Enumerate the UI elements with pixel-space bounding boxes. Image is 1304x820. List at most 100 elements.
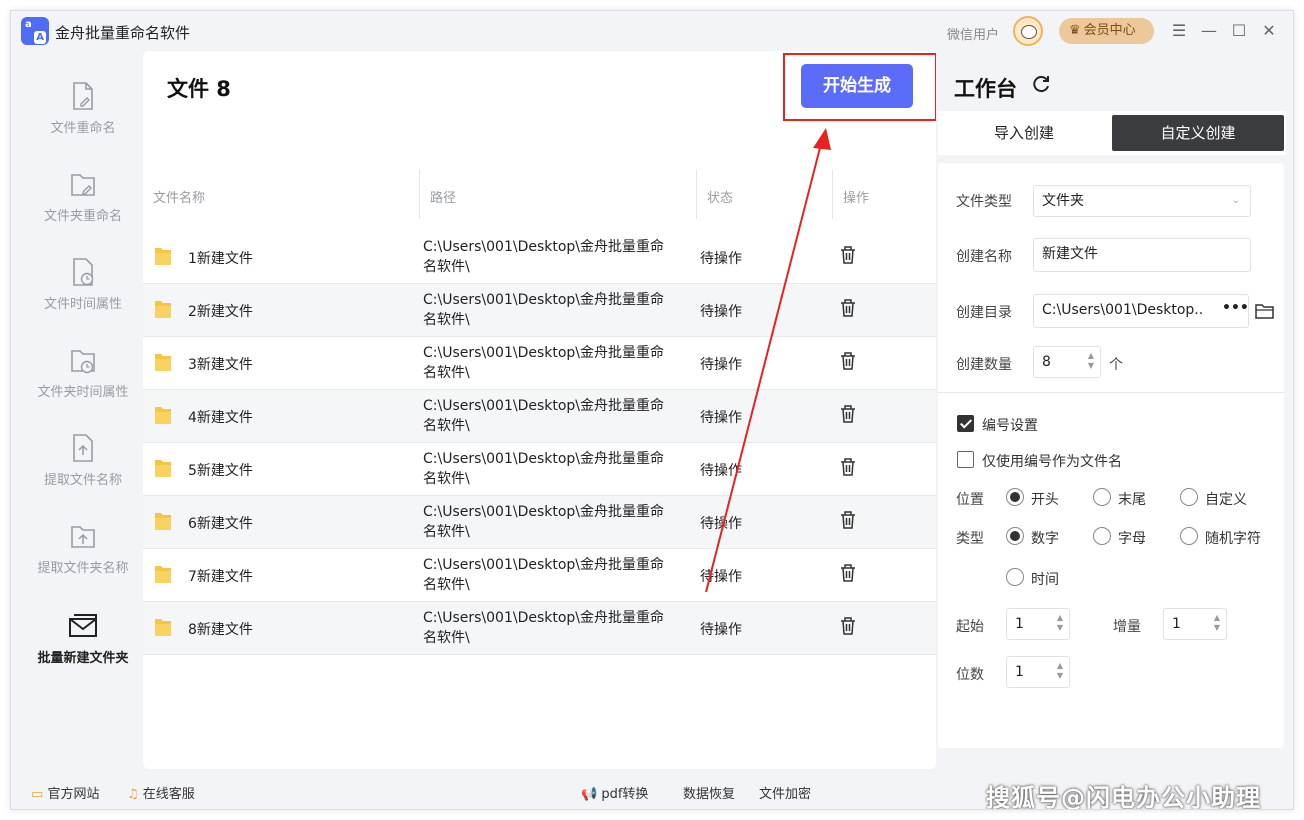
file-status: 待操作 bbox=[700, 304, 742, 320]
column-header-name: 文件名称 bbox=[153, 191, 206, 206]
type-option-label: 数字 bbox=[1031, 531, 1059, 547]
folder-clock-icon bbox=[71, 350, 95, 374]
crown-icon: ♛ bbox=[1069, 23, 1081, 38]
position-radio-custom[interactable] bbox=[1180, 488, 1198, 506]
trash-icon[interactable] bbox=[839, 351, 857, 371]
folder-icon bbox=[155, 566, 171, 583]
sidebar-item-batch-new-folder[interactable]: 批量新建文件夹 bbox=[23, 611, 143, 691]
menu-icon[interactable]: ☰ bbox=[1169, 21, 1189, 41]
user-name[interactable]: 微信用户 bbox=[947, 24, 999, 43]
sidebar-item-label: 文件重命名 bbox=[50, 121, 116, 136]
file-type-value: 文件夹 bbox=[1042, 193, 1084, 209]
type-radio-letter[interactable] bbox=[1093, 527, 1111, 545]
folder-edit-icon bbox=[71, 174, 95, 196]
only-number-label: 仅使用编号作为文件名 bbox=[982, 454, 1122, 470]
close-icon[interactable]: ✕ bbox=[1259, 21, 1279, 41]
megaphone-icon: 📢 bbox=[581, 787, 598, 802]
trash-icon[interactable] bbox=[839, 298, 857, 318]
position-radio-start[interactable] bbox=[1006, 488, 1024, 506]
more-icon[interactable]: ••• bbox=[1222, 300, 1249, 316]
create-dir-input[interactable]: C:\Users\001\Desktop.. bbox=[1033, 294, 1249, 328]
position-option-label: 自定义 bbox=[1205, 492, 1247, 508]
type-radio-random[interactable] bbox=[1180, 527, 1198, 545]
increment-label: 增量 bbox=[1113, 619, 1141, 635]
file-type-select[interactable]: 文件夹 ⌄ bbox=[1033, 185, 1251, 217]
sidebar-item-extract-folder-names[interactable]: 提取文件夹名称 bbox=[23, 521, 143, 601]
trash-icon[interactable] bbox=[839, 616, 857, 636]
file-path: C:\Users\001\Desktop\金舟批量重命名软件\ bbox=[423, 239, 665, 275]
file-path: C:\Users\001\Desktop\金舟批量重命名软件\ bbox=[423, 610, 665, 646]
folder-icon bbox=[155, 513, 171, 530]
trash-icon[interactable] bbox=[839, 457, 857, 477]
file-name: 6新建文件 bbox=[188, 516, 253, 532]
minimize-icon[interactable]: — bbox=[1199, 21, 1219, 41]
table-row[interactable]: 6新建文件 C:\Users\001\Desktop\金舟批量重命名软件\ 待操作 bbox=[143, 496, 936, 549]
folder-open-icon[interactable] bbox=[1255, 302, 1275, 320]
table-row[interactable]: 7新建文件 C:\Users\001\Desktop\金舟批量重命名软件\ 待操作 bbox=[143, 549, 936, 602]
sidebar-item-label: 文件夹时间属性 bbox=[37, 385, 129, 400]
start-stepper[interactable]: 1 ▲ ▼ bbox=[1006, 608, 1070, 640]
spinner-icon[interactable]: ▲ ▼ bbox=[1088, 351, 1094, 371]
type-option-label: 字母 bbox=[1118, 531, 1146, 547]
table-row[interactable]: 1新建文件 C:\Users\001\Desktop\金舟批量重命名软件\ 待操作 bbox=[143, 231, 936, 284]
tab-import-create[interactable]: 导入创建 bbox=[938, 115, 1110, 151]
digits-label: 位数 bbox=[956, 667, 984, 683]
column-divider bbox=[419, 169, 420, 219]
table-row[interactable]: 4新建文件 C:\Users\001\Desktop\金舟批量重命名软件\ 待操作 bbox=[143, 390, 936, 443]
file-path: C:\Users\001\Desktop\金舟批量重命名软件\ bbox=[423, 345, 665, 381]
table-row[interactable]: 8新建文件 C:\Users\001\Desktop\金舟批量重命名软件\ 待操作 bbox=[143, 602, 936, 655]
tab-custom-create[interactable]: 自定义创建 bbox=[1112, 115, 1284, 151]
pdf-convert-link[interactable]: 📢 pdf转换 bbox=[581, 783, 648, 802]
numbering-checkbox[interactable] bbox=[957, 415, 974, 432]
create-count-unit: 个 bbox=[1109, 357, 1123, 373]
create-name-input[interactable]: 新建文件 bbox=[1033, 238, 1251, 272]
member-center-button[interactable]: ♛ 会员中心 bbox=[1059, 18, 1154, 44]
workspace-panel: 工作台 导入创建 自定义创建 文件类型 文件夹 ⌄ 创建名称 新建文件 创建目录… bbox=[936, 51, 1293, 769]
file-encrypt-link[interactable]: 文件加密 bbox=[759, 783, 811, 802]
online-service-link[interactable]: ♫ 在线客服 bbox=[127, 783, 195, 802]
folder-icon bbox=[155, 619, 171, 636]
data-recovery-link[interactable]: 数据恢复 bbox=[683, 783, 735, 802]
file-path: C:\Users\001\Desktop\金舟批量重命名软件\ bbox=[423, 398, 665, 434]
app-logo-icon: a A bbox=[21, 17, 49, 45]
chevron-down-icon: ⌄ bbox=[1231, 195, 1240, 206]
create-count-stepper[interactable]: 8 ▲ ▼ bbox=[1033, 346, 1101, 378]
spinner-icon[interactable]: ▲ ▼ bbox=[1214, 613, 1220, 633]
increment-stepper[interactable]: 1 ▲ ▼ bbox=[1163, 608, 1227, 640]
position-radio-end[interactable] bbox=[1093, 488, 1111, 506]
sidebar-item-folder-time[interactable]: 文件夹时间属性 bbox=[23, 345, 143, 425]
trash-icon[interactable] bbox=[839, 404, 857, 424]
envelope-icon bbox=[69, 614, 97, 637]
start-value: 1 bbox=[1015, 616, 1024, 632]
maximize-icon[interactable]: ☐ bbox=[1229, 21, 1249, 41]
headset-icon: ♫ bbox=[127, 787, 139, 802]
file-path: C:\Users\001\Desktop\金舟批量重命名软件\ bbox=[423, 292, 665, 328]
file-status: 待操作 bbox=[700, 410, 742, 426]
spinner-icon[interactable]: ▲ ▼ bbox=[1057, 661, 1063, 681]
official-website-link[interactable]: ▭ 官方网站 bbox=[31, 783, 99, 802]
column-header-status: 状态 bbox=[707, 191, 734, 206]
table-row[interactable]: 5新建文件 C:\Users\001\Desktop\金舟批量重命名软件\ 待操作 bbox=[143, 443, 936, 496]
sidebar-item-label: 提取文件夹名称 bbox=[37, 561, 129, 576]
table-row[interactable]: 2新建文件 C:\Users\001\Desktop\金舟批量重命名软件\ 待操作 bbox=[143, 284, 936, 337]
refresh-icon[interactable] bbox=[1030, 73, 1052, 95]
sidebar-item-folder-rename[interactable]: 文件夹重命名 bbox=[23, 169, 143, 249]
only-number-checkbox[interactable] bbox=[957, 451, 974, 468]
avatar[interactable] bbox=[1013, 16, 1043, 46]
file-name: 3新建文件 bbox=[188, 357, 253, 373]
table-row[interactable]: 3新建文件 C:\Users\001\Desktop\金舟批量重命名软件\ 待操作 bbox=[143, 337, 936, 390]
digits-stepper[interactable]: 1 ▲ ▼ bbox=[1006, 656, 1070, 688]
trash-icon[interactable] bbox=[839, 563, 857, 583]
type-radio-number[interactable] bbox=[1006, 527, 1024, 545]
trash-icon[interactable] bbox=[839, 510, 857, 530]
spinner-icon[interactable]: ▲ ▼ bbox=[1057, 613, 1063, 633]
type-label: 类型 bbox=[956, 531, 984, 547]
start-label: 起始 bbox=[956, 619, 984, 635]
sidebar-item-file-rename[interactable]: 文件重命名 bbox=[23, 81, 143, 161]
file-status: 待操作 bbox=[700, 569, 742, 585]
sidebar-item-extract-file-names[interactable]: 提取文件名称 bbox=[23, 433, 143, 513]
file-clock-icon bbox=[73, 258, 94, 286]
trash-icon[interactable] bbox=[839, 245, 857, 265]
type-radio-time[interactable] bbox=[1006, 568, 1024, 586]
sidebar-item-file-time[interactable]: 文件时间属性 bbox=[23, 257, 143, 337]
